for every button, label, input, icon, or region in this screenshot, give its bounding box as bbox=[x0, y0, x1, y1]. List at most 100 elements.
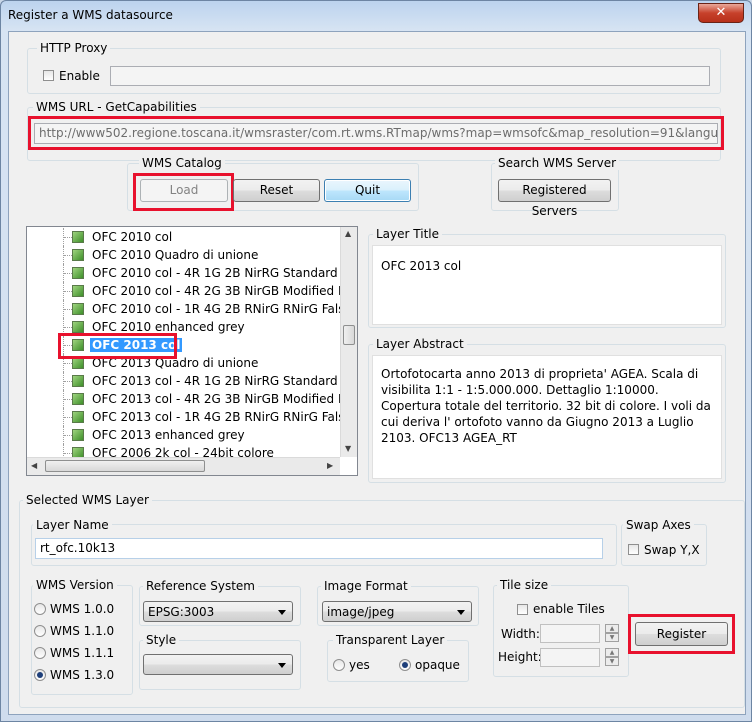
wms-version-radio-110[interactable] bbox=[34, 625, 46, 637]
tree-row-label: OFC 2013 col - 1R 4G 2B RNirG RNirG Fals… bbox=[92, 410, 358, 424]
wms-version-radio-100[interactable] bbox=[34, 603, 46, 615]
tree-connector bbox=[64, 453, 72, 454]
transparent-opaque-label: opaque bbox=[415, 658, 460, 672]
spin-down-icon[interactable]: ▼ bbox=[605, 657, 619, 666]
spin-down-icon[interactable]: ▼ bbox=[605, 633, 619, 642]
tree-row-label: OFC 2010 col - 4R 1G 2B NirRG Standard F… bbox=[92, 266, 358, 280]
transparent-opaque-radio[interactable] bbox=[399, 659, 411, 671]
wms-version-option-130: WMS 1.3.0 bbox=[50, 668, 115, 682]
tree-row[interactable]: OFC 2013 col - 1R 4G 2B RNirG RNirG Fals… bbox=[27, 408, 357, 426]
enable-tiles-checkbox[interactable] bbox=[517, 604, 528, 615]
wms-version-radio-130[interactable] bbox=[34, 669, 46, 681]
layer-abstract-box: Ortofotocarta anno 2013 di proprieta' AG… bbox=[372, 355, 722, 479]
wms-version-option-100: WMS 1.0.0 bbox=[50, 602, 115, 616]
scroll-right-icon[interactable]: ▶ bbox=[327, 461, 333, 470]
scroll-down-icon[interactable]: ▼ bbox=[345, 444, 351, 453]
layer-tree[interactable]: OFC 2010 col OFC 2010 Quadro di unione OFC… bbox=[26, 226, 358, 476]
chevron-down-icon bbox=[457, 610, 465, 615]
tree-row[interactable]: OFC 2010 col - 4R 1G 2B NirRG Standard F… bbox=[27, 264, 357, 282]
style-select[interactable] bbox=[143, 654, 293, 675]
dialog-body: HTTP Proxy Enable WMS URL - GetCapabilit… bbox=[8, 31, 746, 715]
spin-up-icon[interactable]: ▲ bbox=[605, 648, 619, 657]
quit-button[interactable]: Quit bbox=[324, 179, 411, 202]
scroll-left-icon[interactable]: ◀ bbox=[31, 461, 37, 470]
reset-button[interactable]: Reset bbox=[233, 179, 320, 202]
spin-up-icon[interactable]: ▲ bbox=[605, 624, 619, 633]
tree-connector bbox=[64, 309, 72, 310]
tree-connector bbox=[64, 399, 72, 400]
layer-icon bbox=[72, 321, 84, 333]
registered-servers-button[interactable]: Registered Servers bbox=[498, 179, 611, 218]
tile-width-spinner[interactable]: ▲ ▼ bbox=[605, 624, 619, 643]
tile-height-input[interactable] bbox=[540, 648, 600, 667]
layer-icon bbox=[72, 357, 84, 369]
tree-connector bbox=[64, 273, 72, 274]
tree-row[interactable]: OFC 2013 enhanced grey bbox=[27, 426, 357, 444]
tree-row-label: OFC 2013 enhanced grey bbox=[92, 428, 245, 442]
tree-row[interactable]: OFC 2010 col - 1R 4G 2B RNirG RNirG Fals… bbox=[27, 300, 357, 318]
swap-yx-label: Swap Y,X bbox=[644, 543, 700, 557]
enable-tiles-label: enable Tiles bbox=[533, 602, 605, 616]
layer-abstract-label: Layer Abstract bbox=[373, 337, 467, 351]
tile-width-label: Width: bbox=[501, 627, 540, 641]
proxy-input[interactable] bbox=[110, 66, 710, 86]
layer-title-label: Layer Title bbox=[373, 227, 442, 241]
scroll-thumb-horizontal[interactable] bbox=[45, 460, 205, 472]
wms-catalog-label: WMS Catalog bbox=[139, 156, 225, 170]
style-label: Style bbox=[143, 633, 180, 647]
tree-row[interactable]: OFC 2010 col bbox=[27, 228, 357, 246]
layer-name-input[interactable]: rt_ofc.10k13 bbox=[35, 538, 603, 559]
selected-layer-label: Selected WMS Layer bbox=[23, 493, 152, 507]
tree-row-label: OFC 2010 col bbox=[92, 230, 173, 244]
dialog-window: Register a WMS datasource ✕ HTTP Proxy E… bbox=[0, 0, 752, 722]
scroll-thumb-vertical[interactable] bbox=[343, 325, 355, 345]
transparent-yes-radio[interactable] bbox=[333, 659, 345, 671]
tree-row[interactable]: OFC 2013 Quadro di unione bbox=[27, 354, 357, 372]
reference-system-label: Reference System bbox=[143, 579, 258, 593]
tile-height-spinner[interactable]: ▲ ▼ bbox=[605, 648, 619, 667]
register-button[interactable]: Register bbox=[635, 622, 728, 646]
wms-version-label: WMS Version bbox=[33, 578, 117, 592]
swap-axes-label: Swap Axes bbox=[623, 518, 694, 532]
close-button[interactable]: ✕ bbox=[698, 3, 744, 23]
title-bar[interactable]: Register a WMS datasource ✕ bbox=[1, 1, 751, 31]
tree-connector bbox=[64, 435, 72, 436]
tree-row-label: OFC 2010 enhanced grey bbox=[92, 320, 245, 334]
window-title: Register a WMS datasource bbox=[8, 8, 173, 22]
wms-version-option-111: WMS 1.1.1 bbox=[50, 646, 115, 660]
tree-row-label: OFC 2013 Quadro di unione bbox=[92, 356, 259, 370]
swap-yx-checkbox[interactable] bbox=[628, 544, 639, 555]
scroll-up-icon[interactable]: ▲ bbox=[345, 229, 351, 238]
layer-icon bbox=[72, 303, 84, 315]
wms-url-input[interactable]: http://www502.regione.toscana.it/wmsrast… bbox=[34, 123, 718, 144]
layer-icon bbox=[72, 231, 84, 243]
tree-connector bbox=[64, 327, 72, 328]
reference-system-select[interactable]: EPSG:3003 bbox=[143, 601, 293, 622]
http-proxy-label: HTTP Proxy bbox=[37, 41, 111, 55]
tree-horizontal-scrollbar[interactable]: ◀ ▶ bbox=[27, 457, 340, 475]
tree-row-label: OFC 2013 col - 4R 2G 3B NirGB Modified F… bbox=[92, 392, 358, 406]
tree-row[interactable]: OFC 2010 enhanced grey bbox=[27, 318, 357, 336]
tree-row[interactable]: OFC 2013 col bbox=[27, 336, 357, 354]
tree-vertical-scrollbar[interactable]: ▲ ▼ bbox=[340, 227, 357, 457]
layer-title-box: OFC 2013 col bbox=[372, 245, 722, 325]
wms-version-option-110: WMS 1.1.0 bbox=[50, 624, 115, 638]
tree-row[interactable]: OFC 2010 col - 4R 2G 3B NirGB Modified F… bbox=[27, 282, 357, 300]
layer-name-label: Layer Name bbox=[33, 518, 112, 532]
layer-icon bbox=[72, 249, 84, 261]
load-button[interactable]: Load bbox=[140, 179, 228, 202]
image-format-value: image/jpeg bbox=[327, 605, 395, 619]
image-format-select[interactable]: image/jpeg bbox=[322, 601, 472, 622]
wms-url-label: WMS URL - GetCapabilities bbox=[33, 100, 200, 114]
tree-row-label: OFC 2010 col - 1R 4G 2B RNirG RNirG Fals… bbox=[92, 302, 358, 316]
chevron-down-icon bbox=[278, 663, 286, 668]
tree-row[interactable]: OFC 2013 col - 4R 1G 2B NirRG Standard F… bbox=[27, 372, 357, 390]
transparent-yes-label: yes bbox=[349, 658, 370, 672]
tree-row[interactable]: OFC 2010 Quadro di unione bbox=[27, 246, 357, 264]
wms-version-radio-111[interactable] bbox=[34, 647, 46, 659]
tile-width-input[interactable] bbox=[540, 624, 600, 643]
tree-row[interactable]: OFC 2013 col - 4R 2G 3B NirGB Modified F… bbox=[27, 390, 357, 408]
proxy-enable-label: Enable bbox=[59, 69, 100, 83]
proxy-enable-checkbox[interactable] bbox=[43, 70, 54, 81]
transparent-layer-label: Transparent Layer bbox=[333, 633, 448, 647]
